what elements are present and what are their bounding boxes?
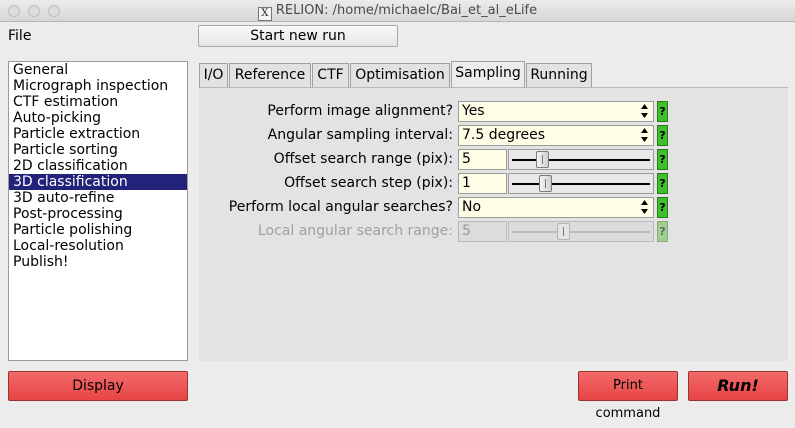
local-range-input: 5 — [458, 221, 507, 242]
tab-reference[interactable]: Reference — [229, 63, 311, 87]
window-titlebar: X RELION: /home/michaelc/Bai_et_al_eLife — [0, 0, 795, 22]
job-item-auto-picking[interactable]: Auto-picking — [9, 110, 187, 126]
slider-thumb — [556, 223, 570, 240]
job-item-3d-classification[interactable]: 3D classification — [9, 174, 187, 190]
job-item-post-processing[interactable]: Post-processing — [9, 206, 187, 222]
start-new-run-button[interactable]: Start new run — [198, 25, 398, 47]
local-searches-value: No — [462, 199, 482, 215]
row-image-alignment: Perform image alignment? Yes ? — [199, 101, 788, 123]
row-offset-range: Offset search range (pix): 5 ? — [199, 149, 788, 171]
angular-interval-value: 7.5 degrees — [462, 127, 546, 143]
image-alignment-help-button[interactable]: ? — [657, 101, 668, 122]
image-alignment-value: Yes — [462, 103, 485, 119]
row-local-searches: Perform local angular searches? No ? — [199, 197, 788, 219]
offset-step-label: Offset search step (pix): — [284, 175, 453, 191]
tab-sampling[interactable]: Sampling — [451, 61, 525, 87]
print-command-button[interactable]: Print command — [578, 371, 678, 421]
job-item-2d-classification[interactable]: 2D classification — [9, 158, 187, 174]
job-item-local-resolution[interactable]: Local-resolution — [9, 238, 187, 254]
job-item-particle-extraction[interactable]: Particle extraction — [9, 126, 187, 142]
job-item-publish[interactable]: Publish! — [9, 254, 187, 270]
angular-interval-help-button[interactable]: ? — [657, 125, 668, 146]
offset-step-slider[interactable] — [508, 173, 654, 194]
tab-running[interactable]: Running — [526, 63, 592, 87]
angular-interval-label: Angular sampling interval: — [267, 127, 453, 143]
slider-track — [512, 231, 650, 233]
offset-range-input[interactable]: 5 — [458, 149, 507, 170]
local-searches-label: Perform local angular searches? — [228, 199, 453, 215]
slider-thumb[interactable] — [538, 175, 552, 192]
image-alignment-select[interactable]: Yes — [458, 101, 654, 122]
updown-arrows-icon — [641, 200, 648, 214]
offset-range-slider[interactable] — [508, 149, 654, 170]
window-title-group: X RELION: /home/michaelc/Bai_et_al_eLife — [0, 3, 795, 21]
row-local-range: Local angular search range: 5 ? — [199, 221, 788, 243]
tab-io[interactable]: I/O — [199, 63, 228, 87]
job-type-list[interactable]: General Micrograph inspection CTF estima… — [8, 61, 188, 361]
slider-thumb[interactable] — [536, 151, 550, 168]
local-searches-help-button[interactable]: ? — [657, 197, 668, 218]
offset-step-input[interactable]: 1 — [458, 173, 507, 194]
job-item-particle-sorting[interactable]: Particle sorting — [9, 142, 187, 158]
offset-range-help-button[interactable]: ? — [657, 149, 668, 170]
angular-interval-select[interactable]: 7.5 degrees — [458, 125, 654, 146]
window-title: RELION: /home/michaelc/Bai_et_al_eLife — [275, 3, 538, 18]
image-alignment-label: Perform image alignment? — [267, 103, 453, 119]
tab-ctf[interactable]: CTF — [312, 63, 349, 87]
local-range-help-button: ? — [657, 221, 668, 242]
slider-track — [512, 183, 650, 185]
slider-track — [512, 159, 650, 161]
job-item-3d-auto-refine[interactable]: 3D auto-refine — [9, 190, 187, 206]
local-range-slider — [508, 221, 654, 242]
tab-optimisation[interactable]: Optimisation — [350, 63, 450, 87]
row-offset-step: Offset search step (pix): 1 ? — [199, 173, 788, 195]
job-item-ctf-estimation[interactable]: CTF estimation — [9, 94, 187, 110]
run-button[interactable]: Run! — [688, 371, 788, 401]
display-button[interactable]: Display — [8, 371, 188, 401]
local-range-label: Local angular search range: — [257, 223, 453, 239]
x11-icon: X — [257, 7, 272, 21]
updown-arrows-icon — [641, 128, 648, 142]
local-searches-select[interactable]: No — [458, 197, 654, 218]
offset-range-label: Offset search range (pix): — [273, 151, 453, 167]
row-angular-interval: Angular sampling interval: 7.5 degrees ? — [199, 125, 788, 147]
file-menu[interactable]: File — [8, 28, 31, 44]
job-item-particle-polishing[interactable]: Particle polishing — [9, 222, 187, 238]
job-item-general[interactable]: General — [9, 62, 187, 78]
offset-step-help-button[interactable]: ? — [657, 173, 668, 194]
updown-arrows-icon — [641, 104, 648, 118]
job-item-micrograph-inspection[interactable]: Micrograph inspection — [9, 78, 187, 94]
